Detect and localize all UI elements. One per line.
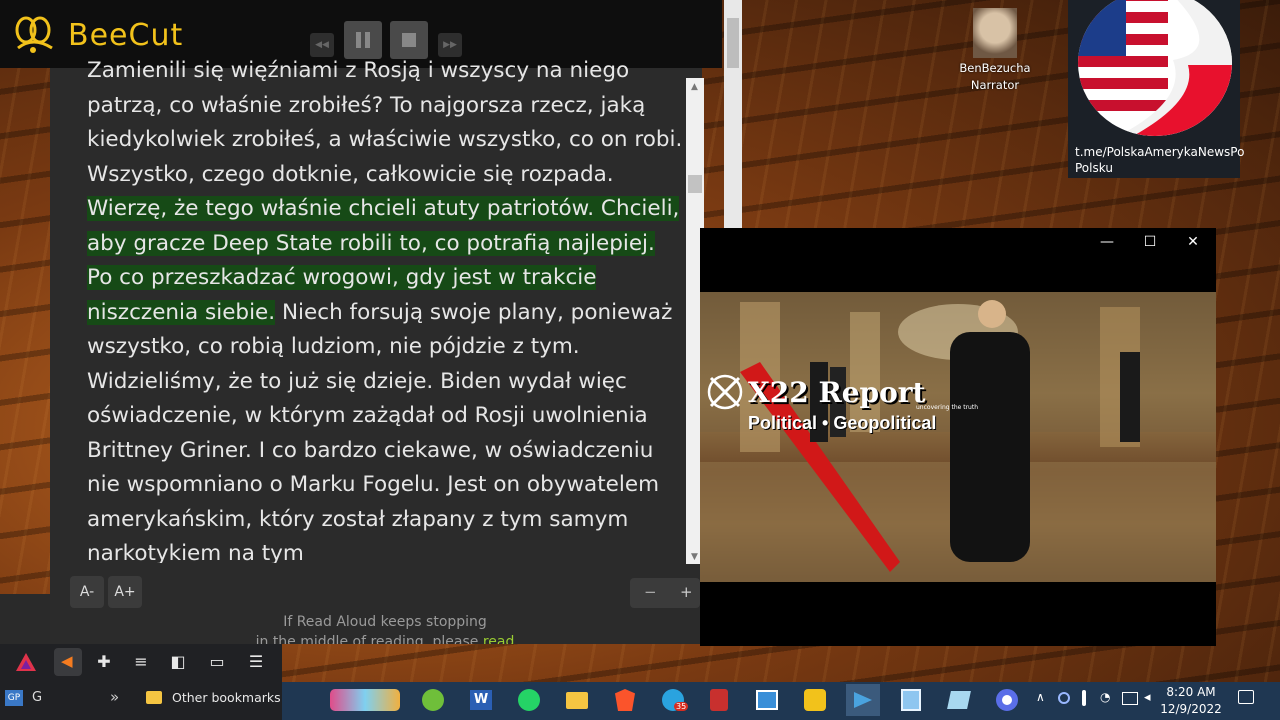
display-icon[interactable] <box>1122 692 1138 705</box>
wifi-icon[interactable]: ◔ <box>1100 690 1110 704</box>
other-bookmarks-folder[interactable]: Other bookmarks <box>172 690 281 705</box>
speaker-icon: ◀ <box>61 652 73 670</box>
volume-icon[interactable]: ◂ <box>1144 690 1151 705</box>
maximize-button[interactable]: ☐ <box>1139 234 1161 252</box>
forward-button[interactable]: ▶▶ <box>438 33 462 57</box>
narrator-avatar <box>973 8 1017 58</box>
word-icon[interactable]: W <box>466 686 496 714</box>
chrome-icon[interactable] <box>992 686 1022 714</box>
reader-scroll-thumb[interactable] <box>688 175 702 193</box>
paint-tool-icon[interactable] <box>704 686 734 714</box>
capitol-hallway-scene <box>700 292 1216 582</box>
x22-report-subtitle: Political • Geopolitical <box>748 413 937 433</box>
folder-icon <box>146 691 162 704</box>
close-button[interactable]: ✕ <box>1182 234 1204 252</box>
hint-line-2-text: in the middle of reading, please <box>255 634 483 644</box>
narrator-role: Narrator <box>970 78 1020 92</box>
rewind-button[interactable]: ◀◀ <box>310 33 334 57</box>
font-decrease-button[interactable]: A- <box>70 576 104 608</box>
channel-url: t.me/PolskaAmerykaNewsPo Polsku <box>1075 144 1245 176</box>
pause-icon <box>356 32 370 48</box>
read-aloud-hint: If Read Aloud keeps stopping in the midd… <box>240 612 530 644</box>
rewind-icon: ◀◀ <box>315 40 329 50</box>
extensions-puzzle-icon[interactable]: ✚ <box>92 652 116 674</box>
channel-url-line-2: Polsku <box>1075 161 1113 175</box>
minimize-button[interactable]: — <box>1096 234 1118 252</box>
bee-logo-icon <box>15 16 53 53</box>
wallet-icon[interactable]: ▭ <box>205 652 229 674</box>
beecut-brand: BeeCut <box>68 18 184 53</box>
x22-tagline: uncovering the truth <box>916 404 979 411</box>
hint-read-link[interactable]: read <box>483 634 515 644</box>
taskbar-clock[interactable]: 8:20 AM 12/9/2022 <box>1160 684 1222 718</box>
reader-text: Zamienili się więźniami z Rosją i wszysc… <box>87 58 687 563</box>
clock-date: 12/9/2022 <box>1160 702 1222 716</box>
read-aloud-extension-button[interactable]: ◀ <box>54 648 82 676</box>
game-icon[interactable] <box>326 686 404 714</box>
narrator-caption: BenBezucha Narrator <box>950 60 1040 94</box>
tray-app-icon[interactable] <box>1058 692 1070 704</box>
scroll-up-icon[interactable]: ▲ <box>691 82 698 92</box>
reader-text-before: Zamienili się więźniami z Rosją i wszysc… <box>87 58 683 187</box>
telegram-icon[interactable]: 35 <box>658 686 689 714</box>
photos-icon[interactable] <box>752 686 782 714</box>
menu-icon[interactable]: ☰ <box>244 652 268 674</box>
speed-control: − + <box>630 578 700 608</box>
whatsapp-icon[interactable] <box>514 686 544 714</box>
app-icon[interactable] <box>944 686 974 714</box>
scroll-down-icon[interactable]: ▼ <box>691 552 698 562</box>
reading-mode-icon[interactable]: ◧ <box>166 652 190 674</box>
notification-icon[interactable] <box>1238 690 1254 704</box>
hint-line-1: If Read Aloud keeps stopping <box>283 614 487 630</box>
file-explorer-icon[interactable] <box>562 686 592 714</box>
profile-bookmark[interactable]: G <box>32 690 42 705</box>
clock-time: 8:20 AM <box>1166 685 1216 699</box>
hint-line-2: in the middle of reading, please read <box>240 632 530 644</box>
forward-icon: ▶▶ <box>443 40 457 50</box>
bookmarks-overflow-button[interactable]: » <box>110 688 119 706</box>
x22-logo-icon <box>707 374 743 410</box>
brave-icon[interactable] <box>610 686 640 714</box>
side-panel-edge <box>0 594 50 644</box>
font-increase-button[interactable]: A+ <box>108 576 142 608</box>
stop-button[interactable] <box>390 21 428 59</box>
pause-button[interactable] <box>344 21 382 59</box>
gp-bookmark-icon[interactable]: GP <box>5 690 23 706</box>
pen-icon[interactable] <box>1082 690 1086 706</box>
telegram-badge: 35 <box>674 702 689 711</box>
green-app-icon[interactable] <box>418 686 448 714</box>
media-queue-icon[interactable]: ≡ <box>129 652 153 674</box>
tray-chevron-icon[interactable]: ∧ <box>1036 690 1045 704</box>
speed-plus-button[interactable]: + <box>680 583 693 601</box>
notepad-icon[interactable] <box>896 686 926 714</box>
background-scroll-thumb[interactable] <box>727 18 739 68</box>
stop-icon <box>402 33 416 47</box>
video-player-icon[interactable] <box>846 684 880 716</box>
reader-text-after: Niech forsują swoje plany, ponieważ wszy… <box>87 299 673 564</box>
beecut-icon[interactable] <box>800 686 830 714</box>
speed-minus-button[interactable]: − <box>644 583 657 601</box>
vpn-extension-icon[interactable] <box>14 651 38 673</box>
channel-url-line-1: t.me/PolskaAmerykaNewsPo <box>1075 145 1245 159</box>
video-frame[interactable] <box>700 292 1216 582</box>
narrator-name: BenBezucha <box>959 61 1031 75</box>
x22-report-title: X22 Report <box>748 376 926 409</box>
